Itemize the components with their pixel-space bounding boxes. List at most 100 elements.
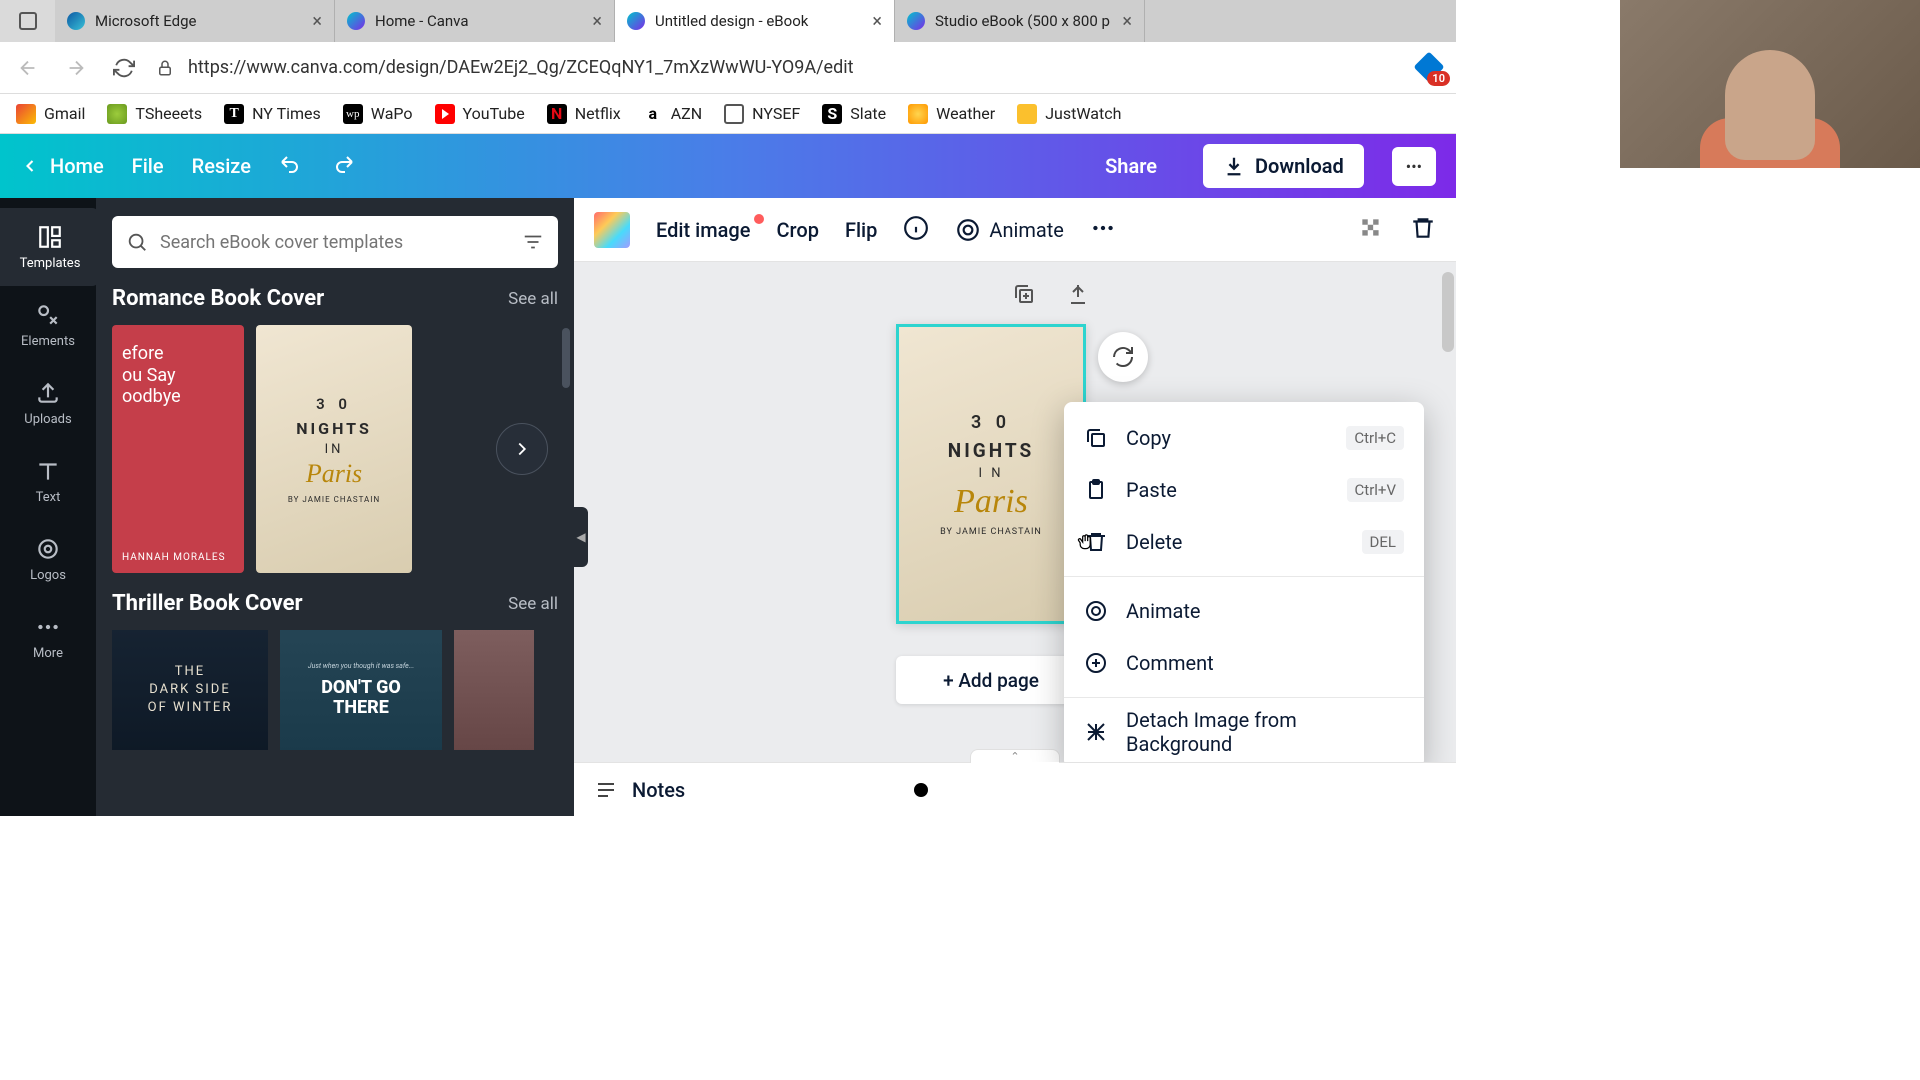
browser-tab[interactable]: Studio eBook (500 x 800 p ×	[895, 0, 1145, 42]
close-icon[interactable]: ×	[872, 11, 882, 32]
search-input[interactable]	[160, 232, 510, 253]
template-card[interactable]: HUBERT	[454, 630, 534, 750]
ctx-delete[interactable]: Delete DEL	[1064, 516, 1424, 568]
text-icon	[35, 458, 61, 484]
elements-icon	[35, 302, 61, 328]
filter-icon[interactable]	[522, 231, 544, 253]
panel-collapse-handle[interactable]: ◀	[574, 507, 588, 567]
browser-tab-active[interactable]: Untitled design - eBook ×	[615, 0, 895, 42]
forward-button[interactable]	[60, 52, 92, 84]
template-card[interactable]: eforeou Sayoodbye HANNAH MORALES	[112, 325, 244, 573]
chevron-left-icon	[20, 156, 40, 176]
template-card[interactable]: Just when you though it was safe... DON'…	[280, 630, 442, 750]
more-icon	[35, 614, 61, 640]
more-menu-button[interactable]: •••	[1392, 147, 1436, 186]
vertical-scrollbar[interactable]	[1442, 272, 1454, 712]
url-field[interactable]: https://www.canva.com/design/DAEw2Ej2_Qg…	[156, 57, 1400, 78]
home-button[interactable]: Home	[20, 154, 104, 178]
canvas-viewport[interactable]: 3 0 NIGHTS I N Paris BY JAMIE CHASTAIN +…	[574, 262, 1456, 762]
see-all-link[interactable]: See all	[508, 289, 558, 309]
share-page-button[interactable]	[1060, 276, 1096, 312]
wapo-icon: wp	[343, 104, 363, 124]
template-row-thriller: THEDARK SIDEOF WINTER Just when you thou…	[112, 630, 558, 750]
bookmark-gmail[interactable]: Gmail	[16, 104, 85, 124]
notes-icon	[594, 778, 618, 802]
close-icon[interactable]: ×	[1122, 11, 1132, 32]
rail-elements[interactable]: Elements	[0, 286, 96, 364]
close-icon[interactable]: ×	[592, 11, 602, 32]
redo-button[interactable]	[331, 152, 355, 180]
file-menu[interactable]: File	[132, 154, 164, 178]
rail-more[interactable]: More	[0, 598, 96, 676]
taskview-button[interactable]	[0, 0, 55, 42]
bookmark-netflix[interactable]: NNetflix	[547, 104, 621, 124]
delete-button[interactable]	[1410, 215, 1436, 245]
extension-badge[interactable]: 10	[1416, 54, 1444, 82]
canvas-area: Edit image Crop Flip Animate 3 0 NIGHTS …	[574, 198, 1456, 816]
panel-scrollbar[interactable]	[562, 328, 570, 388]
bookmark-wapo[interactable]: wpWaPo	[343, 104, 413, 124]
design-page[interactable]: 3 0 NIGHTS I N Paris BY JAMIE CHASTAIN	[896, 324, 1086, 624]
close-icon[interactable]: ×	[312, 11, 322, 32]
bottom-bar: ⌃ Notes	[574, 762, 1456, 816]
edit-image-button[interactable]: Edit image	[656, 218, 750, 242]
refresh-fab[interactable]	[1098, 332, 1148, 382]
rail-uploads[interactable]: Uploads	[0, 364, 96, 442]
info-button[interactable]	[903, 215, 929, 245]
browser-tab-strip: Microsoft Edge × Home - Canva × Untitled…	[0, 0, 1456, 42]
notes-button[interactable]: Notes	[632, 778, 685, 802]
bookmark-weather[interactable]: Weather	[908, 104, 995, 124]
resize-button[interactable]: Resize	[192, 154, 251, 178]
bookmark-slate[interactable]: SSlate	[822, 104, 886, 124]
ctx-animate[interactable]: Animate	[1064, 585, 1424, 637]
section-title: Romance Book Cover	[112, 286, 324, 311]
bookmark-youtube[interactable]: YouTube	[435, 104, 525, 124]
zoom-slider-thumb[interactable]	[914, 783, 928, 797]
reload-button[interactable]	[108, 52, 140, 84]
ctx-detach[interactable]: Detach Image from Background	[1064, 706, 1424, 758]
copy-icon	[1084, 426, 1108, 450]
collapse-up-handle[interactable]: ⌃	[970, 749, 1060, 763]
rail-text[interactable]: Text	[0, 442, 96, 520]
canva-toolbar: Home File Resize Share Download •••	[0, 134, 1456, 198]
canva-icon	[627, 12, 645, 30]
back-button[interactable]	[12, 52, 44, 84]
bookmark-justwatch[interactable]: JustWatch	[1017, 104, 1121, 124]
bookmark-nytimes[interactable]: TNY Times	[224, 104, 321, 124]
bookmark-tsheets[interactable]: TSheeets	[107, 104, 202, 124]
animate-button[interactable]: Animate	[955, 217, 1064, 243]
address-bar: https://www.canva.com/design/DAEw2Ej2_Qg…	[0, 42, 1456, 94]
share-button[interactable]: Share	[1087, 144, 1175, 188]
undo-button[interactable]	[279, 152, 303, 180]
ctx-comment[interactable]: Comment	[1064, 637, 1424, 689]
ctx-copy[interactable]: Copy Ctrl+C	[1064, 412, 1424, 464]
ctx-paste[interactable]: Paste Ctrl+V	[1064, 464, 1424, 516]
see-all-link[interactable]: See all	[508, 594, 558, 614]
more-options-button[interactable]	[1090, 215, 1116, 245]
browser-tab[interactable]: Home - Canva ×	[335, 0, 615, 42]
template-card[interactable]: THEDARK SIDEOF WINTER	[112, 630, 268, 750]
duplicate-page-button[interactable]	[1006, 276, 1042, 312]
section-title: Thriller Book Cover	[112, 591, 303, 616]
bookmark-azn[interactable]: aAZN	[643, 104, 702, 124]
add-page-button[interactable]: + Add page	[896, 656, 1086, 704]
menu-separator	[1064, 576, 1424, 577]
crop-button[interactable]: Crop	[776, 218, 818, 242]
bookmark-nysef[interactable]: NYSEF	[724, 104, 800, 124]
search-input-wrap[interactable]	[112, 216, 558, 268]
tab-title: Home - Canva	[375, 12, 582, 30]
rail-logos[interactable]: Logos	[0, 520, 96, 598]
template-card[interactable]: 3 0 NIGHTS IN Paris BY JAMIE CHASTAIN	[256, 325, 412, 573]
justwatch-icon	[1017, 104, 1037, 124]
amazon-icon: a	[643, 104, 663, 124]
transparency-button[interactable]	[1358, 215, 1384, 245]
tab-title: Studio eBook (500 x 800 p	[935, 12, 1112, 30]
download-button[interactable]: Download	[1203, 144, 1364, 188]
youtube-icon	[435, 104, 455, 124]
carousel-next-button[interactable]	[496, 423, 548, 475]
color-picker[interactable]	[594, 212, 630, 248]
rail-templates[interactable]: Templates	[0, 208, 100, 286]
search-icon	[126, 231, 148, 253]
flip-button[interactable]: Flip	[845, 218, 877, 242]
browser-tab[interactable]: Microsoft Edge ×	[55, 0, 335, 42]
